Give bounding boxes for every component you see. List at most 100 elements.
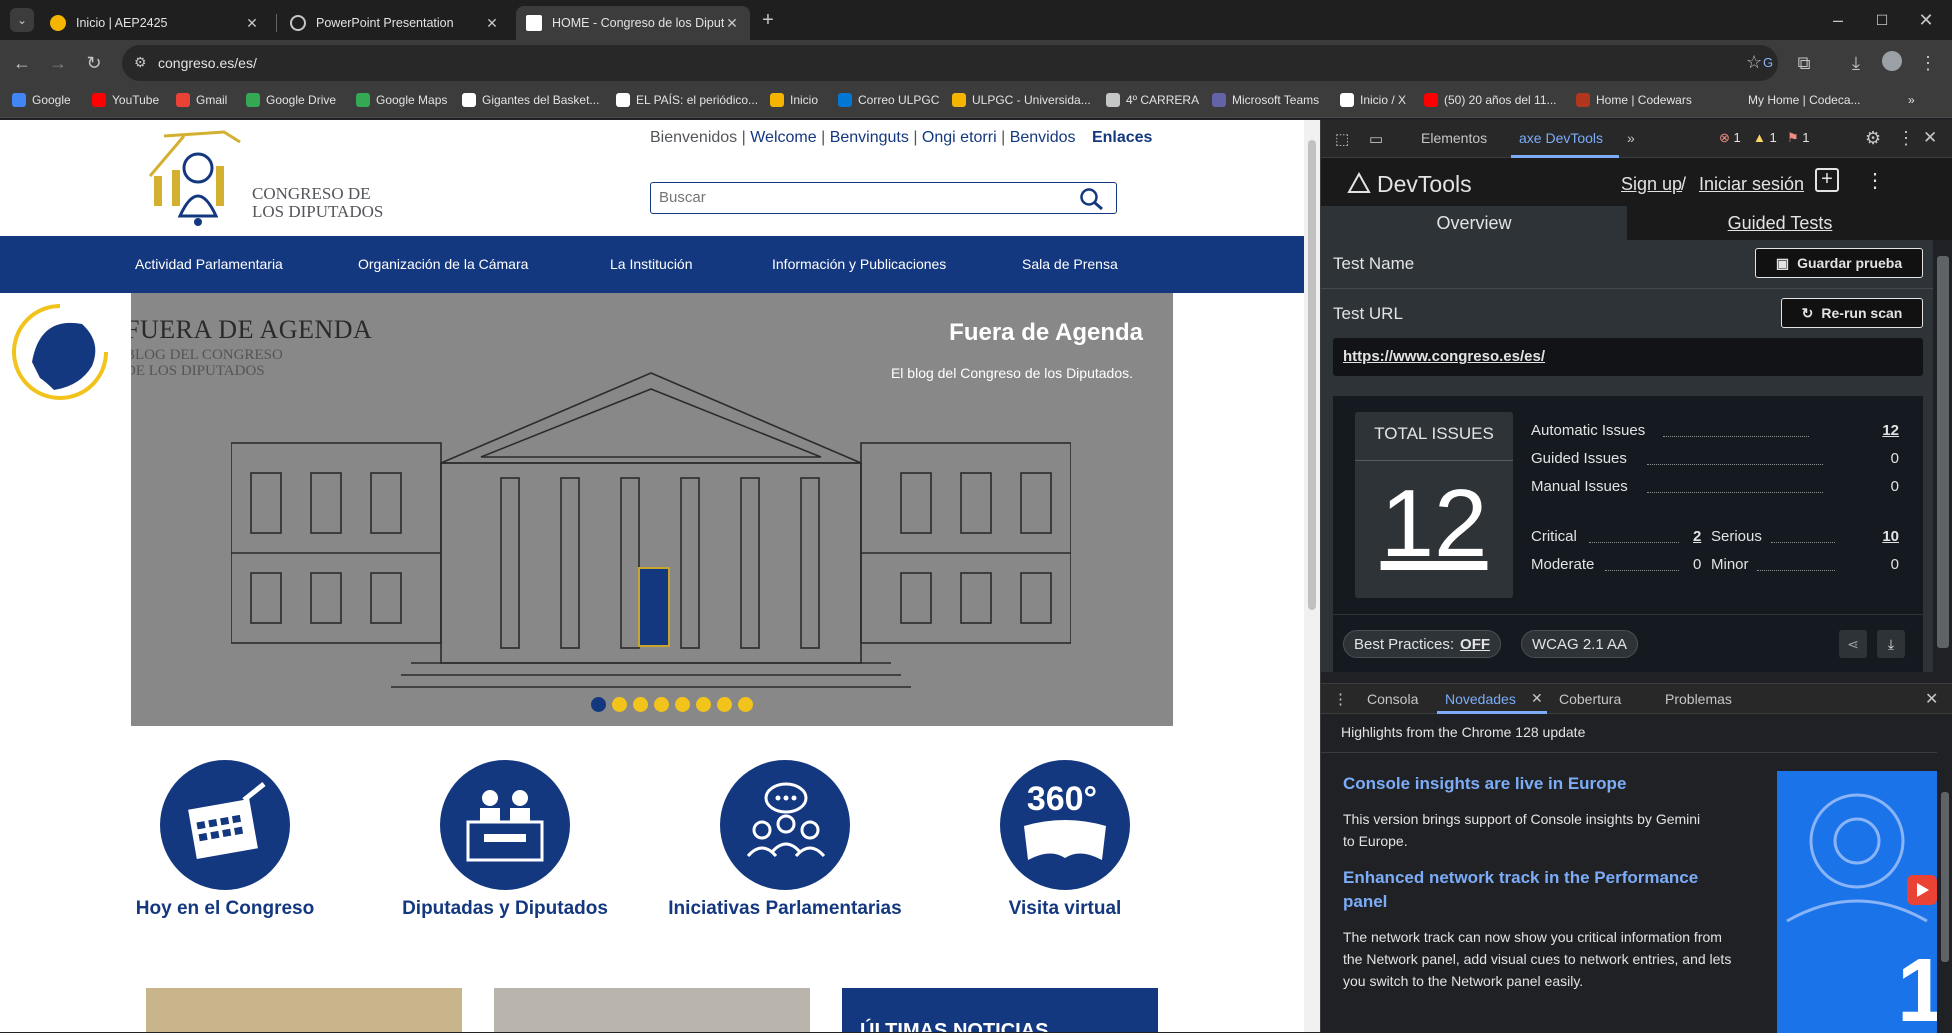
sign-up-link[interactable]: Sign up [1621, 174, 1682, 195]
quicklink-label[interactable]: Iniciativas Parlamentarias [645, 898, 925, 920]
close-window-icon[interactable]: ✕ [1914, 8, 1938, 32]
devtools-menu-icon[interactable]: ⋮ [1897, 128, 1915, 149]
nav-sala-prensa[interactable]: Sala de Prensa [1022, 256, 1118, 272]
more-tabs-icon[interactable]: » [1627, 130, 1635, 146]
device-toolbar-icon[interactable]: ▭ [1369, 130, 1383, 148]
drawer-menu-icon[interactable]: ⋮ [1333, 690, 1348, 708]
inspect-element-icon[interactable]: ⬚ [1335, 130, 1349, 148]
whatsnew-item-title[interactable]: Enhanced network track in the Performanc… [1343, 866, 1743, 914]
save-test-button[interactable]: ▣ Guardar prueba [1755, 248, 1923, 278]
downloads-icon[interactable]: ⤓ [1844, 51, 1868, 75]
search-icon[interactable] [1079, 187, 1105, 211]
drawer-tab-novedades[interactable]: Novedades [1445, 691, 1516, 707]
site-info-icon[interactable]: ⚙ [134, 54, 147, 71]
bookmark-item[interactable]: My Home | Codeca... [1728, 93, 1861, 107]
address-text[interactable]: congreso.es/es/ [158, 55, 257, 71]
drawer-tab-consola[interactable]: Consola [1367, 691, 1418, 707]
devtools-scrollbar-thumb[interactable] [1937, 256, 1949, 648]
forward-icon[interactable]: → [46, 51, 70, 75]
maximize-icon[interactable]: ☐ [1870, 8, 1894, 32]
news-thumb-2[interactable] [494, 988, 810, 1032]
bookmark-item[interactable]: Gigantes del Basket... [462, 93, 599, 107]
nav-informacion-publicaciones[interactable]: Información y Publicaciones [772, 256, 946, 272]
errors-badge[interactable]: ⊗ 1 [1719, 130, 1741, 146]
whatsnew-item-title[interactable]: Console insights are live in Europe [1343, 774, 1763, 794]
settings-gear-icon[interactable]: ⚙ [1865, 128, 1881, 149]
carousel-dot[interactable] [654, 697, 669, 712]
menu-kebab-icon[interactable]: ⋮ [1916, 51, 1940, 75]
hero-carousel[interactable]: FUERA DE AGENDA BLOG DEL CONGRESO DE LOS… [131, 293, 1173, 726]
bookmark-item[interactable]: Microsoft Teams [1212, 93, 1319, 107]
lang-welcome[interactable]: Welcome [750, 129, 816, 146]
close-tab-icon[interactable]: ✕ [244, 15, 260, 31]
lang-benvinguts[interactable]: Benvinguts [830, 129, 909, 146]
bookmark-item[interactable]: 4º CARRERA [1106, 93, 1199, 107]
drawer-tab-problemas[interactable]: Problemas [1665, 691, 1732, 707]
lang-ongi-etorri[interactable]: Ongi etorri [922, 129, 997, 146]
tab-aep2425[interactable]: Inicio | AEP2425 ✕ [40, 6, 270, 40]
bookmark-item[interactable]: Gmail [176, 93, 227, 107]
close-tab-icon[interactable]: ✕ [724, 15, 740, 31]
bookmark-item[interactable]: Home | Codewars [1576, 93, 1692, 107]
bookmark-item[interactable]: YouTube [92, 93, 159, 107]
wcag-level-select[interactable]: WCAG 2.1 AA [1521, 630, 1639, 658]
drawer-scrollbar[interactable] [1937, 752, 1952, 1033]
carousel-dot[interactable] [717, 697, 732, 712]
nav-la-institucion[interactable]: La Institución [610, 256, 693, 272]
add-icon[interactable]: + [1815, 168, 1839, 192]
tab-axe-devtools[interactable]: axe DevTools [1519, 130, 1603, 146]
axe-menu-icon[interactable]: ⋮ [1865, 168, 1885, 193]
tab-search-icon[interactable]: ⌄ [10, 8, 34, 32]
congreso-logo-icon[interactable] [144, 126, 254, 234]
bookmarks-overflow-icon[interactable]: » [1908, 93, 1915, 107]
site-search[interactable] [650, 182, 1117, 214]
quicklink-label[interactable]: Diputadas y Diputados [365, 898, 645, 920]
news-thumb-1[interactable] [146, 988, 462, 1032]
profile-avatar[interactable] [1880, 51, 1904, 75]
bookmark-item[interactable]: ULPGC - Universida... [952, 93, 1091, 107]
carousel-dot[interactable] [738, 697, 753, 712]
carousel-dot-active[interactable] [591, 697, 606, 712]
quicklink-visita-virtual[interactable]: 360° Visita virtual [925, 760, 1205, 920]
bookmark-item[interactable]: Inicio / X [1340, 93, 1406, 107]
sign-in-link[interactable]: Iniciar sesión [1699, 174, 1804, 195]
carousel-dot[interactable] [612, 697, 627, 712]
quicklink-hoy-congreso[interactable]: Hoy en el Congreso [85, 760, 365, 920]
search-input[interactable] [659, 189, 1059, 206]
rerun-scan-button[interactable]: ↻ Re-run scan [1781, 298, 1923, 328]
bookmark-item[interactable]: Google Maps [356, 93, 447, 107]
export-icon[interactable]: ⤓ [1877, 630, 1905, 658]
bookmark-item[interactable]: (50) 20 años del 11... [1424, 93, 1557, 107]
quicklink-diputados[interactable]: Diputadas y Diputados [365, 760, 645, 920]
quicklink-iniciativas[interactable]: Iniciativas Parlamentarias [645, 760, 925, 920]
close-tab-icon[interactable]: ✕ [484, 15, 500, 31]
translate-icon[interactable]: G [1756, 51, 1780, 75]
bookmark-item[interactable]: Correo ULPGC [838, 93, 939, 107]
bookmark-item[interactable]: Inicio [770, 93, 818, 107]
lang-bienvenidos[interactable]: Bienvenidos [650, 129, 737, 146]
drawer-tab-cobertura[interactable]: Cobertura [1559, 691, 1621, 707]
drawer-scrollbar-thumb[interactable] [1941, 792, 1949, 962]
bookmark-item[interactable]: Google Drive [246, 93, 336, 107]
quicklink-label[interactable]: Visita virtual [925, 898, 1205, 920]
back-icon[interactable]: ← [10, 51, 34, 75]
issues-badge[interactable]: ⚑ 1 [1787, 130, 1810, 146]
minimize-icon[interactable]: – [1826, 8, 1850, 32]
tab-powerpoint[interactable]: PowerPoint Presentation ✕ [280, 6, 510, 40]
test-url-link[interactable]: https://www.congreso.es/es/ [1343, 348, 1545, 365]
automatic-issues-count[interactable]: 12 [1882, 422, 1899, 439]
carousel-dot[interactable] [633, 697, 648, 712]
nav-actividad-parlamentaria[interactable]: Actividad Parlamentaria [135, 256, 283, 272]
nav-organizacion-camara[interactable]: Organización de la Cámara [358, 256, 528, 272]
page-scrollbar-thumb[interactable] [1308, 140, 1316, 610]
close-drawer-tab-icon[interactable]: ✕ [1531, 690, 1543, 707]
extensions-icon[interactable]: ⧉ [1792, 51, 1816, 75]
lang-benvidos[interactable]: Benvidos [1010, 129, 1076, 146]
close-drawer-icon[interactable]: ✕ [1925, 689, 1938, 709]
bookmark-item[interactable]: EL PAÍS: el periódico... [616, 93, 758, 107]
critical-count[interactable]: 2 [1693, 528, 1701, 545]
serious-count[interactable]: 10 [1882, 528, 1899, 545]
tab-elementos[interactable]: Elementos [1421, 130, 1487, 146]
quicklink-label[interactable]: Hoy en el Congreso [85, 898, 365, 920]
total-issues-count[interactable]: 12 [1355, 472, 1513, 576]
